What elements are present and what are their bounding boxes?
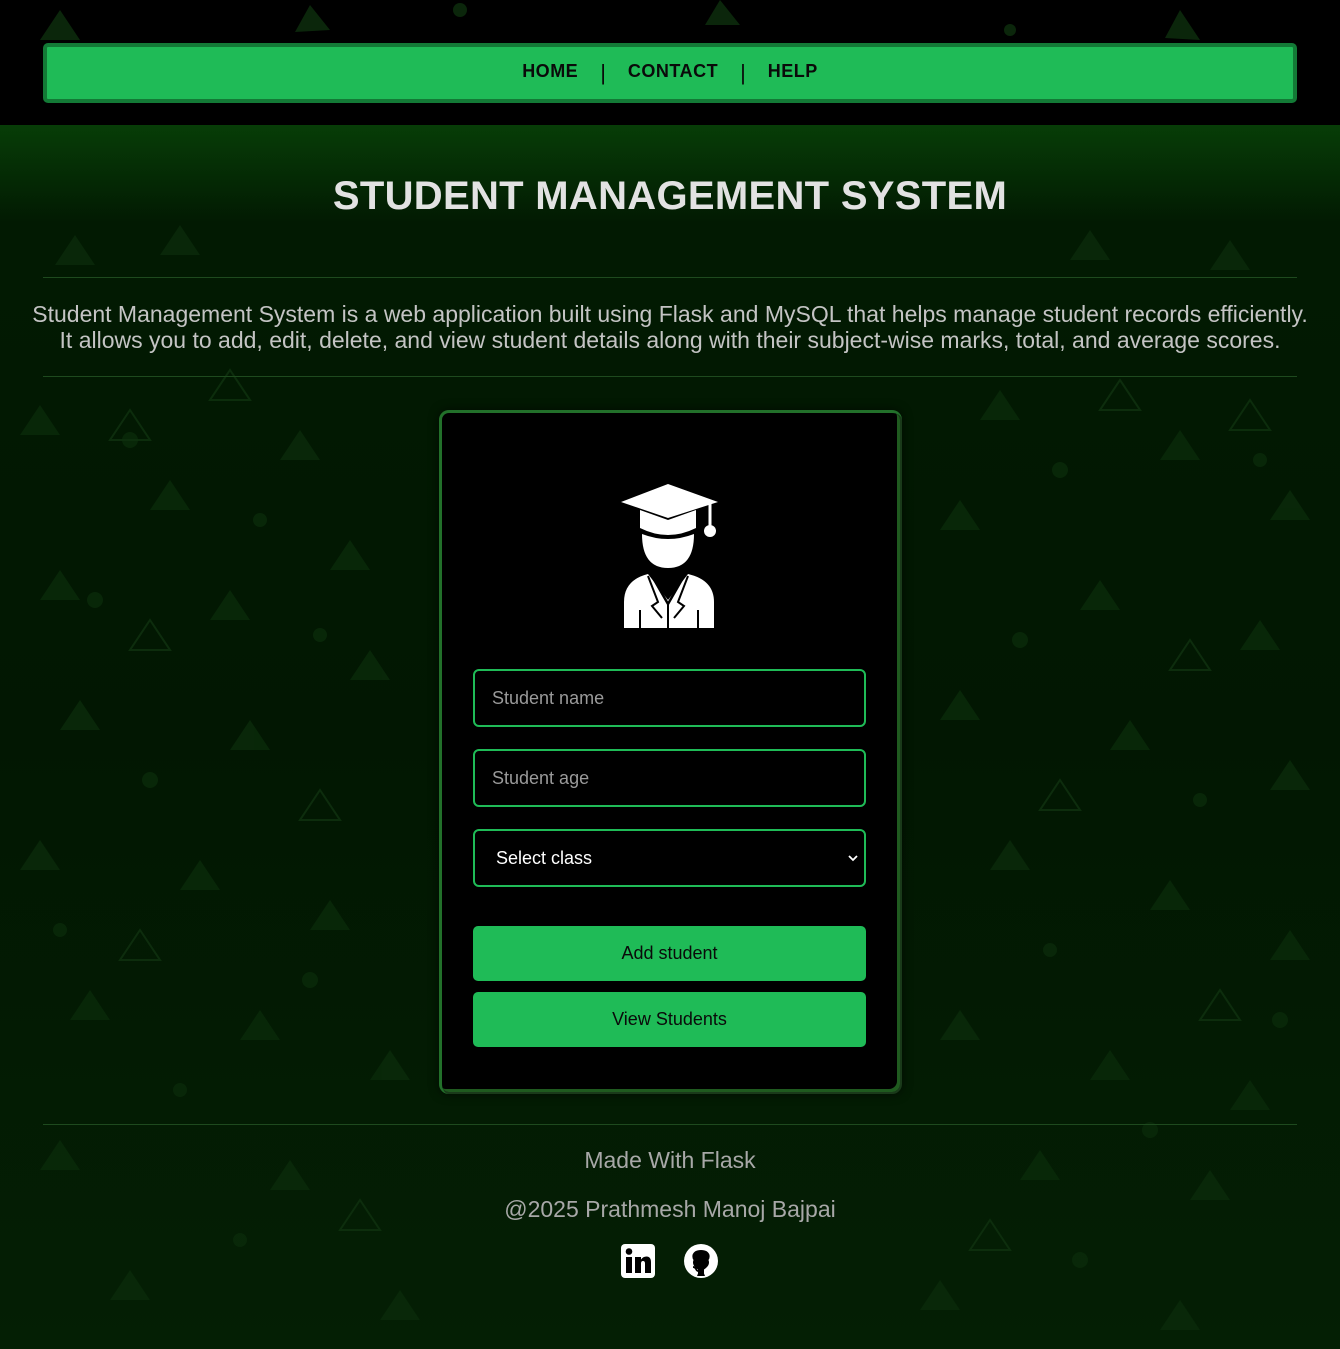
linkedin-icon[interactable] bbox=[620, 1243, 656, 1279]
divider bbox=[43, 376, 1297, 377]
nav-help-link[interactable]: HELP bbox=[768, 61, 818, 82]
class-select[interactable]: Select class bbox=[473, 829, 866, 887]
student-graduate-icon bbox=[621, 484, 718, 628]
description-line: It allows you to add, edit, delete, and … bbox=[59, 327, 1281, 353]
description-line: Student Management System is a web appli… bbox=[32, 301, 1308, 327]
footer-made-with: Made With Flask bbox=[584, 1147, 756, 1173]
page-title: STUDENT MANAGEMENT SYSTEM bbox=[332, 174, 1008, 218]
nav-home-link[interactable]: HOME bbox=[522, 61, 578, 82]
student-name-input[interactable] bbox=[473, 669, 866, 727]
add-student-button[interactable]: Add student bbox=[473, 926, 866, 981]
chevron-down-icon bbox=[848, 855, 858, 862]
nav-contact-link[interactable]: CONTACT bbox=[628, 61, 718, 82]
view-students-button[interactable]: View Students bbox=[473, 992, 866, 1047]
class-select-value: Select class bbox=[496, 847, 593, 868]
divider bbox=[43, 277, 1297, 278]
github-icon[interactable] bbox=[683, 1243, 719, 1279]
student-age-input[interactable] bbox=[473, 749, 866, 807]
navbar: HOME | CONTACT | HELP bbox=[43, 43, 1297, 103]
nav-separator: | bbox=[740, 60, 746, 85]
app-description: Student Management System is a web appli… bbox=[20, 301, 1320, 353]
divider bbox=[43, 1124, 1297, 1125]
nav-separator: | bbox=[600, 60, 606, 85]
footer-copyright: @2025 Prathmesh Manoj Bajpai bbox=[504, 1196, 836, 1222]
